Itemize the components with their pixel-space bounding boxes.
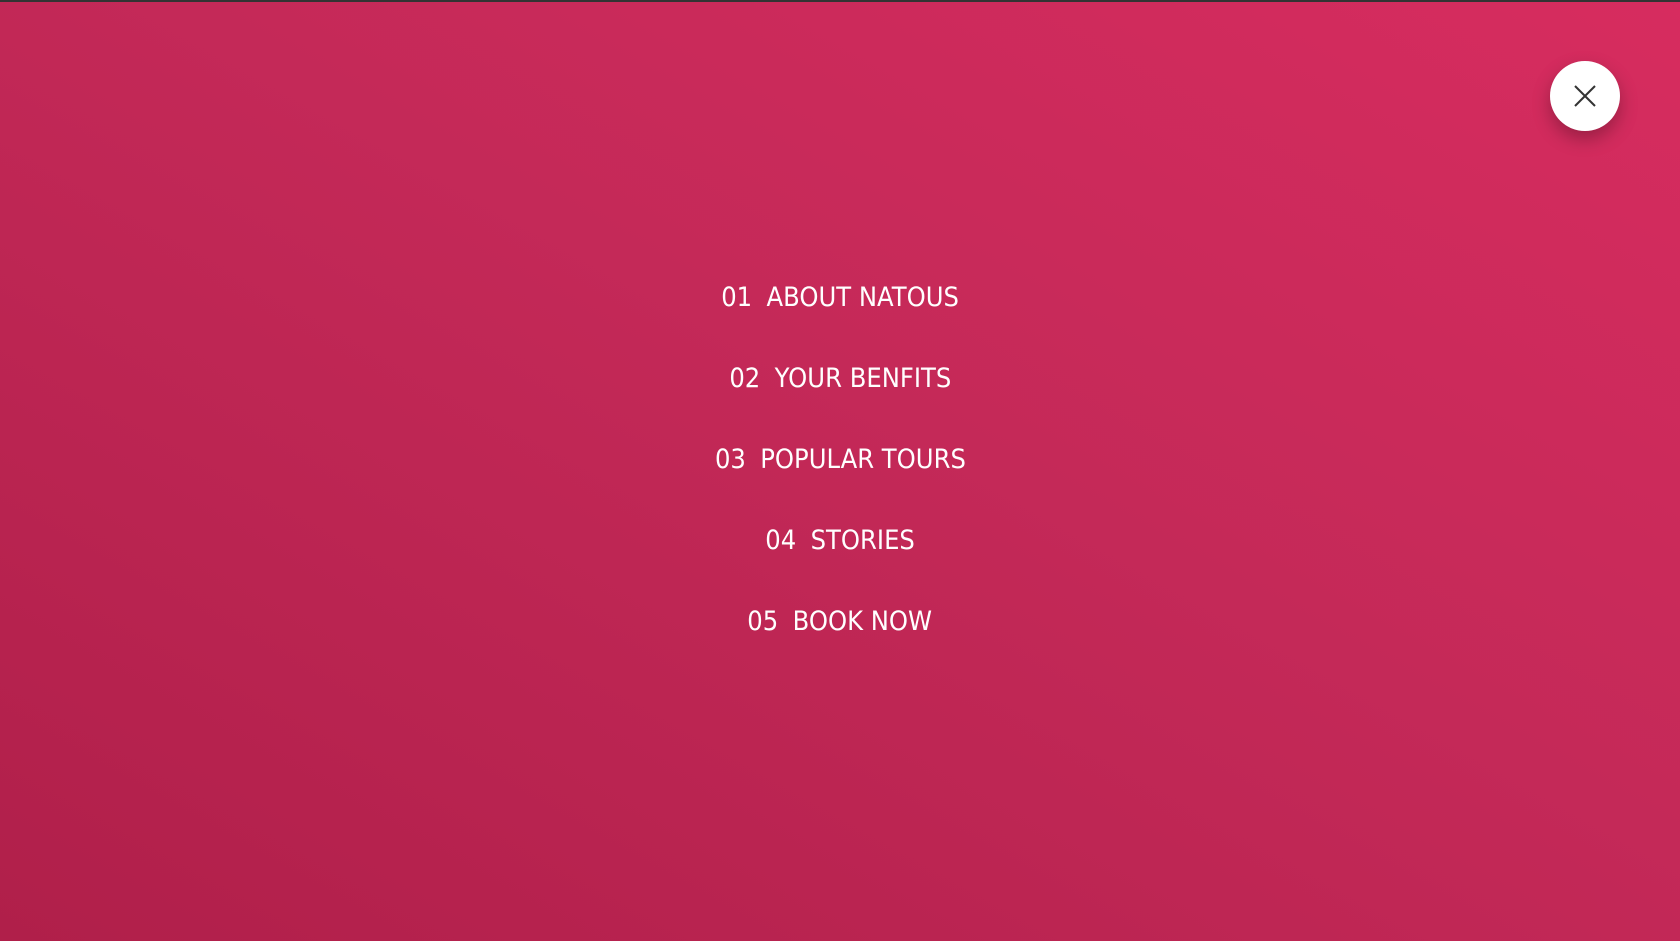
nav-item-book: 05 BOOK NOW <box>0 606 1680 687</box>
nav-link-benefits[interactable]: 02 YOUR BENFITS <box>729 363 951 394</box>
nav-number: 05 <box>747 606 779 637</box>
nav-link-book[interactable]: 05 BOOK NOW <box>748 606 933 637</box>
navigation-menu: 01 ABOUT NATOUS 02 YOUR BENFITS 03 POPUL… <box>0 282 1680 687</box>
close-button[interactable] <box>1550 61 1620 131</box>
nav-label: YOUR BENFITS <box>774 363 951 394</box>
nav-item-stories: 04 STORIES <box>0 525 1680 606</box>
nav-label: ABOUT NATOUS <box>766 282 959 313</box>
nav-label: POPULAR TOURS <box>759 444 966 475</box>
nav-link-about[interactable]: 01 ABOUT NATOUS <box>721 282 959 313</box>
nav-number: 04 <box>765 525 797 556</box>
nav-item-about: 01 ABOUT NATOUS <box>0 282 1680 363</box>
nav-label: BOOK NOW <box>792 606 933 637</box>
close-icon <box>1572 83 1598 109</box>
nav-item-tours: 03 POPULAR TOURS <box>0 444 1680 525</box>
nav-link-stories[interactable]: 04 STORIES <box>765 525 915 556</box>
nav-number: 01 <box>721 282 753 313</box>
nav-item-benefits: 02 YOUR BENFITS <box>0 363 1680 444</box>
nav-link-tours[interactable]: 03 POPULAR TOURS <box>715 444 966 475</box>
nav-number: 03 <box>714 444 746 475</box>
nav-number: 02 <box>729 363 760 394</box>
navigation-overlay: 01 ABOUT NATOUS 02 YOUR BENFITS 03 POPUL… <box>0 2 1680 941</box>
nav-label: STORIES <box>810 525 915 556</box>
